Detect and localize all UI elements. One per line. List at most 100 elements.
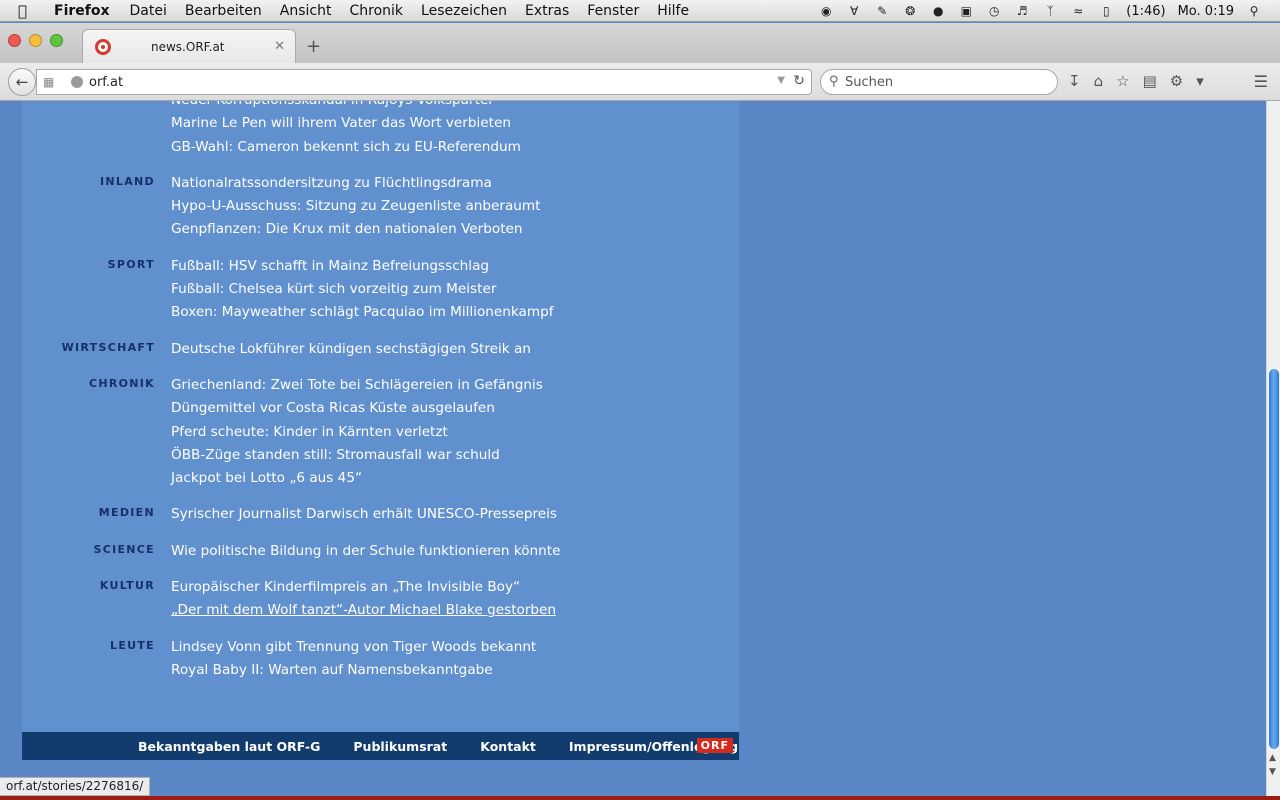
time-machine-icon[interactable]: ◷ (986, 4, 1002, 18)
apple-menu-icon[interactable]:  (18, 2, 40, 20)
section-category-label[interactable]: CHRONIK (89, 377, 155, 390)
scrollbar-thumb[interactable] (1269, 369, 1279, 749)
headline-link[interactable]: Marine Le Pen will ihrem Vater das Wort … (171, 112, 739, 135)
sync-icon[interactable]: ❂ (902, 4, 918, 18)
section-category-label[interactable]: SCIENCE (94, 543, 156, 556)
headline-link[interactable]: Fußball: HSV schafft in Mainz Befreiungs… (171, 255, 739, 278)
hamburger-menu-icon[interactable]: ☰ (1254, 72, 1268, 91)
menu-lesezeichen[interactable]: Lesezeichen (421, 3, 507, 19)
headline-link[interactable]: Genpflanzen: Die Krux mit den nationalen… (171, 218, 739, 241)
scroll-down-icon[interactable]: ▼ (1269, 767, 1276, 777)
page-scrollbar[interactable]: ▲ ▼ (1266, 101, 1280, 796)
close-tab-icon[interactable]: ✕ (274, 39, 285, 54)
disc-icon[interactable]: ● (930, 4, 946, 18)
tab-news-orf[interactable]: news.ORF.at ✕ (82, 29, 296, 63)
footer-link-bekanntgaben[interactable]: Bekanntgaben laut ORF-G (138, 739, 320, 754)
addon-dropdown-icon[interactable]: ▾ (1196, 72, 1204, 90)
url-bar[interactable]: ▦ orf.at ▼ ↻ (36, 69, 812, 95)
adobe-icon[interactable]: ∀ (846, 4, 862, 18)
news-panel: Neuer Korruptionsskandal in Rajoys Volks… (22, 101, 739, 756)
headline-link[interactable]: „Der mit dem Wolf tanzt“-Autor Michael B… (171, 599, 739, 622)
headline-link[interactable]: Royal Baby II: Warten auf Namensbekanntg… (171, 659, 739, 682)
headline-link[interactable]: Griechenland: Zwei Tote bei Schlägereien… (171, 374, 739, 397)
headline-link[interactable]: ÖBB-Züge standen still: Stromausfall war… (171, 444, 739, 467)
clock[interactable]: Mo. 0:19 (1178, 4, 1234, 19)
volume-icon[interactable]: ♬ (1014, 4, 1030, 18)
page-content: Neuer Korruptionsskandal in Rajoys Volks… (0, 101, 1266, 796)
headline-link[interactable]: GB-Wahl: Cameron bekennt sich zu EU-Refe… (171, 136, 739, 159)
minimize-window-button[interactable] (29, 34, 42, 47)
reload-icon[interactable]: ↻ (793, 73, 805, 89)
headline-link[interactable]: Nationalratssondersitzung zu Flüchtlings… (171, 172, 739, 195)
footer-link-kontakt[interactable]: Kontakt (480, 739, 536, 754)
search-icon: ⚲ (829, 74, 839, 89)
orf-favicon-icon (95, 38, 111, 55)
orf-logo[interactable]: ORF (696, 738, 733, 753)
menu-chronik[interactable]: Chronik (350, 3, 404, 19)
section-category-label[interactable]: INLAND (100, 175, 155, 188)
display-icon[interactable]: ▣ (958, 4, 974, 18)
new-tab-button[interactable]: + (306, 36, 321, 57)
wifi-icon[interactable]: ≈ (1070, 4, 1086, 18)
headline-link[interactable]: Syrischer Journalist Darwisch erhält UNE… (171, 503, 739, 526)
status-tray: ◉ ∀ ✎ ❂ ● ▣ ◷ ♬ ᛉ ≈ ▯ (1:46) Mo. 0:19 ⚲ (818, 0, 1262, 22)
headline-link[interactable]: Düngemittel vor Costa Ricas Küste ausgel… (171, 397, 739, 420)
zoom-window-button[interactable] (50, 34, 63, 47)
headline-link[interactable]: Fußball: Chelsea kürt sich vorzeitig zum… (171, 278, 739, 301)
reading-list-icon[interactable]: ▤ (1143, 72, 1157, 90)
scroll-up-icon[interactable]: ▲ (1269, 753, 1276, 763)
addon-icon[interactable]: ⚙ (1170, 72, 1183, 90)
headline-link[interactable]: Pferd scheute: Kinder in Kärnten verletz… (171, 421, 739, 444)
footer-link-publikumsrat[interactable]: Publikumsrat (353, 739, 447, 754)
section-category-label[interactable]: MEDIEN (99, 506, 155, 519)
battery-icon[interactable]: ▯ (1098, 4, 1114, 18)
tab-title: news.ORF.at (151, 39, 225, 54)
headline-link[interactable]: Boxen: Mayweather schlägt Pacquiao im Mi… (171, 301, 739, 324)
headline-link[interactable]: Wie politische Bildung in der Schule fun… (171, 540, 739, 563)
news-section: SPORT Fußball: HSV schafft in Mainz Befre… (22, 255, 739, 325)
section-category-label[interactable]: KULTUR (100, 579, 155, 592)
bookmark-star-icon[interactable]: ☆ (1116, 72, 1129, 90)
tab-groups-icon[interactable]: ▦ (43, 75, 54, 89)
news-section: LEUTE Lindsey Vonn gibt Trennung von Tige… (22, 636, 739, 683)
news-section: SCIENCE Wie politische Bildung in der Sch… (22, 540, 739, 563)
url-history-dropdown-icon[interactable]: ▼ (777, 75, 785, 86)
menu-fenster[interactable]: Fenster (587, 3, 639, 19)
tool-icon[interactable]: ✎ (874, 4, 890, 18)
back-button[interactable]: ← (8, 68, 36, 96)
headline-list: Deutsche Lokführer kündigen sechstägigen… (171, 338, 739, 361)
menu-ansicht[interactable]: Ansicht (280, 3, 332, 19)
headline-link[interactable]: Lindsey Vonn gibt Trennung von Tiger Woo… (171, 636, 739, 659)
headline-link[interactable]: Hypo-U-Ausschuss: Sitzung zu Zeugenliste… (171, 195, 739, 218)
menu-bearbeiten[interactable]: Bearbeiten (185, 3, 262, 19)
page-footer: Bekanntgaben laut ORF-G Publikumsrat Kon… (22, 732, 739, 760)
downloads-icon[interactable]: ↧ (1068, 72, 1081, 90)
headline-list: Lindsey Vonn gibt Trennung von Tiger Woo… (171, 636, 739, 683)
headline-link[interactable]: Europäischer Kinderfilmpreis an „The Inv… (171, 576, 739, 599)
headline-list: Europäischer Kinderfilmpreis an „The Inv… (171, 576, 739, 623)
home-icon[interactable]: ⌂ (1094, 72, 1104, 90)
menu-hilfe[interactable]: Hilfe (657, 3, 689, 19)
toolbar-icons: ↧ ⌂ ☆ ▤ ⚙ ▾ (1068, 72, 1204, 90)
section-category-label[interactable]: LEUTE (110, 639, 155, 652)
search-bar[interactable]: ⚲ (820, 69, 1058, 95)
headline-list: Nationalratssondersitzung zu Flüchtlings… (171, 172, 739, 242)
news-section: INLAND Nationalratssondersitzung zu Flüch… (22, 172, 739, 242)
app-menu[interactable]: Firefox (54, 3, 110, 19)
menu-extras[interactable]: Extras (525, 3, 569, 19)
section-category-label[interactable]: SPORT (108, 258, 155, 271)
headline-link[interactable]: Jackpot bei Lotto „6 aus 45“ (171, 467, 739, 490)
headline-list: Neuer Korruptionsskandal in Rajoys Volks… (171, 101, 739, 159)
spotlight-search-icon[interactable]: ⚲ (1246, 4, 1262, 18)
url-text[interactable]: orf.at (89, 75, 123, 90)
close-window-button[interactable] (8, 34, 21, 47)
headline-link[interactable]: Neuer Korruptionsskandal in Rajoys Volks… (171, 101, 739, 112)
menu-datei[interactable]: Datei (130, 3, 167, 19)
headline-link[interactable]: Deutsche Lokführer kündigen sechstägigen… (171, 338, 739, 361)
search-input[interactable] (845, 73, 1045, 91)
site-identity-icon[interactable] (71, 76, 83, 88)
headline-list: Fußball: HSV schafft in Mainz Befreiungs… (171, 255, 739, 325)
menubar-app-icon[interactable]: ◉ (818, 4, 834, 18)
section-category-label[interactable]: WIRTSCHAFT (62, 341, 155, 354)
bluetooth-icon[interactable]: ᛉ (1042, 4, 1058, 18)
